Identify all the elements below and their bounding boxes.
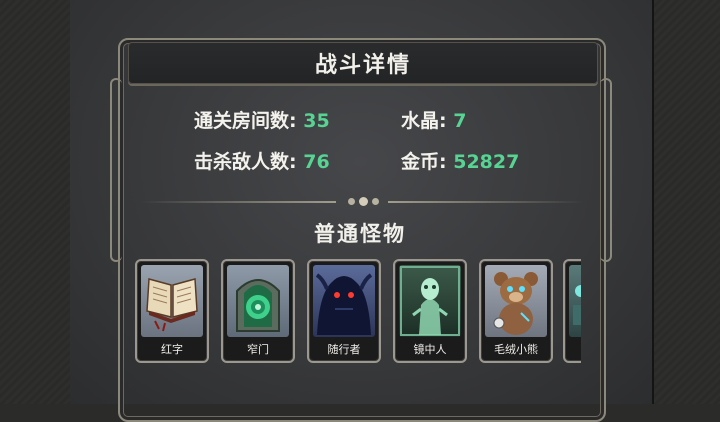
background-right: [652, 0, 720, 404]
monster-name: 毛绒小熊: [494, 343, 538, 356]
monster-name: 红字: [161, 343, 183, 356]
monster-card[interactable]: 窄门: [221, 259, 295, 363]
teddy-bear-icon: [485, 265, 547, 337]
frame-ornament-left: [110, 78, 122, 262]
monster-name: 随行者: [327, 343, 361, 356]
stat-crystal-value: 7: [453, 110, 467, 132]
stat-gold: 金币: 52827: [401, 147, 519, 174]
stat-gold-label: 金币:: [401, 151, 447, 173]
open-book-icon: [141, 265, 203, 337]
stat-crystal: 水晶: 7: [401, 106, 466, 133]
divider-dot-center: [359, 197, 368, 206]
partial-card-icon: [569, 265, 581, 337]
divider-line-right: [388, 201, 584, 203]
divider-dot-left: [348, 198, 355, 205]
stat-kills-label: 击杀敌人数:: [194, 151, 297, 173]
monster-card[interactable]: 随行者: [307, 259, 381, 363]
monster-card[interactable]: 红字: [135, 259, 209, 363]
stat-rooms-label: 通关房间数:: [194, 110, 297, 132]
frame-ornament-right: [600, 78, 612, 262]
monster-name: 窄门: [247, 343, 269, 356]
divider-line-left: [140, 201, 336, 203]
portal-door-icon: [227, 265, 289, 337]
stat-kills-value: 76: [303, 151, 330, 173]
monster-card[interactable]: 镜中人: [393, 259, 467, 363]
section-title-normal-monsters: 普通怪物: [314, 222, 406, 246]
stat-rooms-value: 35: [303, 110, 330, 132]
section-divider: [140, 197, 584, 206]
monster-card[interactable]: [563, 259, 581, 363]
shadow-beast-icon: [313, 265, 375, 337]
ghost-figure-icon: [399, 265, 461, 337]
stat-kills: 击杀敌人数: 76: [194, 147, 330, 174]
background-left: [0, 0, 72, 404]
divider-dot-right: [372, 198, 379, 205]
stat-rooms-cleared: 通关房间数: 35: [194, 106, 330, 133]
monster-name: 镜中人: [413, 343, 447, 356]
stat-gold-value: 52827: [453, 151, 520, 173]
monster-card[interactable]: 毛绒小熊: [479, 259, 553, 363]
monster-card-list[interactable]: 红字 窄门 随行者 镜中人 毛绒小熊: [135, 259, 581, 363]
panel-title: 战斗详情: [128, 42, 598, 84]
panel-title-text: 战斗详情: [314, 53, 411, 78]
stat-crystal-label: 水晶:: [401, 110, 447, 132]
